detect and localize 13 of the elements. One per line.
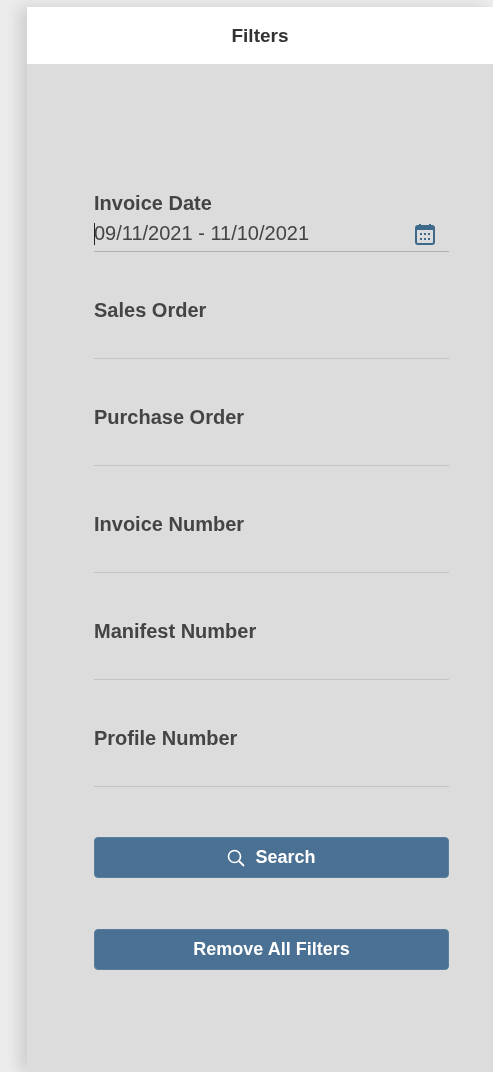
field-label: Manifest Number [94,619,257,643]
field-label: Profile Number [94,726,238,750]
field-label: Purchase Order [94,405,245,429]
field-label: Invoice Number [94,512,245,536]
date-range-field[interactable]: 09/11/2021 - 11/10/2021 [94,215,449,252]
search-icon [227,848,246,867]
field-label: Sales Order [94,298,207,322]
search-button[interactable]: Search [94,837,449,878]
remove-filters-button[interactable]: Remove All Filters [94,929,449,970]
panel-title: Filters [231,24,289,47]
text-cursor [94,223,95,245]
calendar-icon[interactable] [415,223,435,245]
field-label: Invoice Date [94,191,212,215]
